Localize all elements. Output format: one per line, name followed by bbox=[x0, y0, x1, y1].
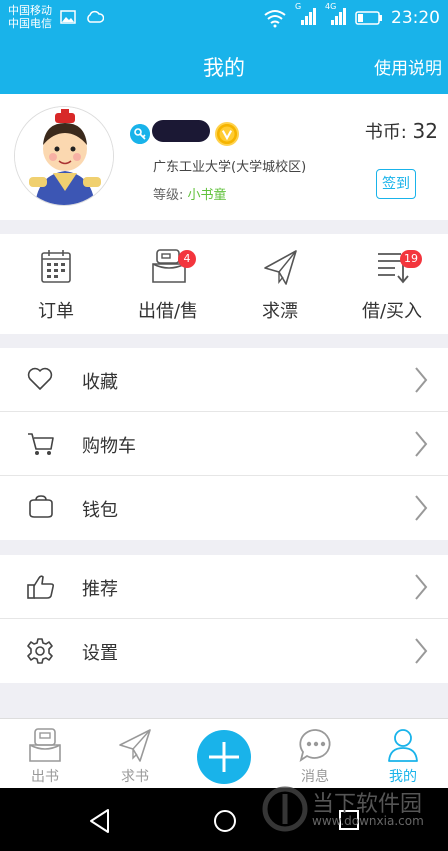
level-row: 等级: 小书童 bbox=[153, 184, 227, 203]
tab-publish-book[interactable]: 出书 bbox=[0, 719, 90, 789]
shortcut-request[interactable]: 求漂 bbox=[224, 234, 336, 334]
paper-plane-icon bbox=[119, 729, 151, 762]
menu-item-cart[interactable]: 购物车 bbox=[0, 412, 448, 476]
paper-plane-icon bbox=[264, 250, 297, 285]
profile-card[interactable]: 广东工业大学(大学城校区) 等级: 小书童 书币: 32 签到 bbox=[0, 94, 448, 220]
battery-icon bbox=[355, 11, 382, 25]
chevron-right-icon bbox=[415, 495, 428, 521]
plus-icon bbox=[209, 742, 239, 772]
gear-icon bbox=[27, 638, 53, 664]
shortcut-orders[interactable]: 订单 bbox=[0, 234, 112, 334]
wifi-icon bbox=[264, 10, 286, 28]
cartoon-scholar-avatar-icon bbox=[15, 107, 113, 205]
badge-borrow-buy: 19 bbox=[400, 250, 422, 268]
shortcut-label: 订单 bbox=[38, 301, 74, 322]
signal-1: G bbox=[295, 2, 317, 30]
order-shortcuts: 订单 4 出借/售 求漂 19 借/买入 bbox=[0, 234, 448, 334]
level-badge-icon bbox=[215, 122, 239, 146]
shortcut-label: 出借/售 bbox=[137, 301, 199, 322]
carrier-info: 中国移动 中国电信 bbox=[8, 4, 52, 30]
cart-icon bbox=[28, 433, 54, 455]
watermark-logo-icon bbox=[262, 786, 308, 832]
cloud-icon bbox=[87, 10, 104, 23]
menu-label: 设置 bbox=[82, 643, 118, 664]
coins-label: 书币: bbox=[364, 122, 407, 143]
header-bar: 我的 使用说明 bbox=[0, 36, 448, 94]
carrier-1: 中国移动 bbox=[8, 4, 52, 17]
home-icon[interactable] bbox=[212, 808, 238, 834]
tab-label: 求书 bbox=[121, 769, 149, 785]
avatar[interactable] bbox=[14, 106, 114, 206]
image-icon bbox=[60, 10, 76, 24]
signal-2: 4G bbox=[325, 2, 347, 30]
school-name: 广东工业大学(大学城校区) bbox=[153, 160, 307, 175]
menu-item-favorites[interactable]: 收藏 bbox=[0, 348, 448, 412]
network-type-1: G bbox=[295, 2, 302, 11]
menu-item-recommend[interactable]: 推荐 bbox=[0, 555, 448, 619]
chat-bubble-icon bbox=[299, 729, 331, 763]
shortcut-lend-sell[interactable]: 4 出借/售 bbox=[112, 234, 224, 334]
tab-label: 消息 bbox=[301, 769, 329, 785]
shortcut-label: 求漂 bbox=[262, 301, 298, 322]
person-icon bbox=[388, 729, 418, 762]
tab-request-book[interactable]: 求书 bbox=[90, 719, 180, 789]
wallet-icon bbox=[29, 495, 53, 518]
help-button[interactable]: 使用说明 bbox=[374, 54, 442, 79]
shortcut-label: 借/买入 bbox=[361, 301, 423, 322]
shortcut-borrow-buy[interactable]: 19 借/买入 bbox=[336, 234, 448, 334]
sign-in-button[interactable]: 签到 bbox=[376, 169, 416, 199]
network-type-2: 4G bbox=[325, 2, 337, 11]
add-button[interactable] bbox=[197, 730, 251, 784]
menu-label: 推荐 bbox=[82, 579, 118, 600]
menu-group-system: 推荐 设置 bbox=[0, 555, 448, 683]
chevron-right-icon bbox=[415, 431, 428, 457]
level-value: 小书童 bbox=[187, 188, 227, 203]
calendar-icon bbox=[41, 250, 71, 283]
watermark-url: www.downxia.com bbox=[312, 814, 424, 828]
menu-label: 收藏 bbox=[82, 372, 118, 393]
thumbs-up-icon bbox=[27, 575, 55, 599]
coins-value: 32 bbox=[412, 119, 438, 143]
back-icon[interactable] bbox=[88, 808, 112, 834]
watermark: 当下软件园 www.downxia.com bbox=[262, 786, 438, 836]
carrier-2: 中国电信 bbox=[8, 17, 52, 30]
menu-label: 钱包 bbox=[82, 500, 118, 521]
tab-messages[interactable]: 消息 bbox=[270, 719, 360, 789]
heart-icon bbox=[27, 367, 53, 390]
tab-profile[interactable]: 我的 bbox=[358, 719, 448, 789]
clock: 23:20 bbox=[391, 8, 440, 28]
tab-label: 出书 bbox=[31, 769, 59, 785]
menu-item-settings[interactable]: 设置 bbox=[0, 619, 448, 683]
coins-row: 书币: 32 bbox=[365, 118, 438, 144]
menu-item-wallet[interactable]: 钱包 bbox=[0, 476, 448, 540]
chevron-right-icon bbox=[415, 574, 428, 600]
username-redacted bbox=[152, 120, 210, 142]
chevron-right-icon bbox=[415, 638, 428, 664]
menu-label: 购物车 bbox=[82, 436, 136, 457]
chevron-right-icon bbox=[415, 367, 428, 393]
badge-lend-sell: 4 bbox=[178, 250, 196, 268]
status-bar: 中国移动 中国电信 G 4G 23:20 bbox=[0, 0, 448, 36]
menu-group-account: 收藏 购物车 钱包 bbox=[0, 348, 448, 540]
tab-label: 我的 bbox=[389, 769, 417, 785]
book-upload-icon bbox=[29, 728, 61, 762]
level-label: 等级: bbox=[153, 188, 184, 203]
vip-icon bbox=[130, 124, 150, 144]
